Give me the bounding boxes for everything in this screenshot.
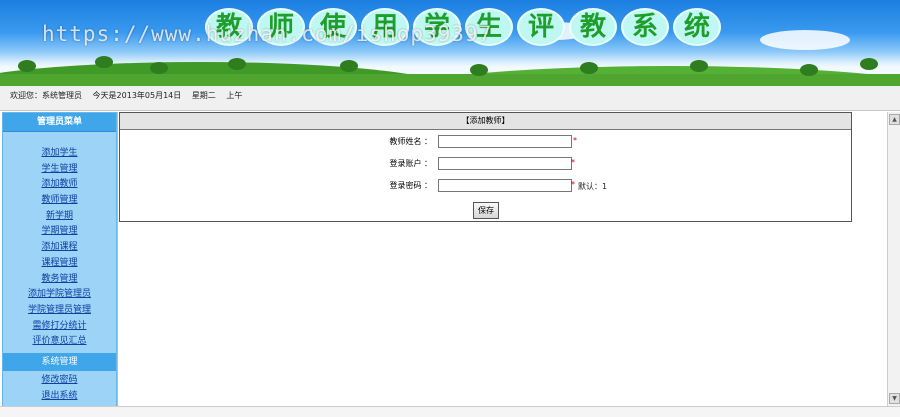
tree-decoration — [228, 58, 246, 70]
required-mark: * — [573, 136, 577, 145]
menu-item-feedback-summary[interactable]: 评价意见汇总 — [3, 334, 116, 350]
welcome-text: 欢迎您：系统管理员 — [10, 91, 82, 100]
menu-item-add-course[interactable]: 添加课程 — [3, 240, 116, 256]
teacher-name-row: 教师姓名 ： * — [120, 135, 851, 149]
menu-item-logout[interactable]: 退出系统 — [3, 389, 116, 405]
menu-item-add-student[interactable]: 添加学生 — [3, 146, 116, 162]
cloud-decoration — [760, 30, 850, 50]
password-label: 登录密码 ： — [389, 181, 432, 190]
save-button[interactable]: 保存 — [473, 202, 499, 219]
password-row: 登录密码 ： * 默认：1 — [120, 179, 851, 193]
tree-decoration — [470, 64, 488, 76]
sidebar-section-system: 系统管理 — [3, 352, 116, 371]
title-char: 评 — [517, 8, 565, 46]
account-label: 登录账户 ： — [389, 159, 432, 168]
password-default-hint: 默认：1 — [578, 182, 608, 191]
tree-decoration — [150, 62, 168, 74]
title-char: 系 — [621, 8, 669, 46]
admin-menu: 添加学生 学生管理 添加教师 教师管理 新学期 学期管理 添加课程 课程管理 教… — [3, 132, 116, 350]
title-char: 统 — [673, 8, 721, 46]
status-bar: 欢迎您：系统管理员 今天是2013年05月14日 星期二 上午 — [0, 86, 900, 111]
ampm-text: 上午 — [226, 91, 243, 100]
menu-item-new-term[interactable]: 新学期 — [3, 209, 116, 225]
grass-decoration — [0, 74, 900, 86]
form-caption: 【添加教师】 — [120, 113, 851, 130]
password-input[interactable] — [438, 179, 572, 192]
sidebar: 管理员菜单 添加学生 学生管理 添加教师 教师管理 新学期 学期管理 添加课程 … — [2, 112, 117, 408]
tree-decoration — [18, 60, 36, 72]
scroll-down-icon[interactable]: ▼ — [889, 393, 900, 404]
menu-item-term-manage[interactable]: 学期管理 — [3, 224, 116, 240]
add-teacher-form: 【添加教师】 教师姓名 ： * 登录账户 ： * 登录密码 ： * 默认：1 保… — [119, 112, 852, 222]
tree-decoration — [690, 60, 708, 72]
header-banner: 教 师 使 用 学 生 评 教 系 统 https://www.huzhan.c… — [0, 0, 900, 86]
date-text: 今天是2013年05月14日 — [92, 91, 182, 100]
menu-item-student-manage[interactable]: 学生管理 — [3, 162, 116, 178]
menu-item-add-college-admin[interactable]: 添加学院管理员 — [3, 287, 116, 303]
watermark: https://www.huzhan.com/ishop39397 — [42, 22, 493, 46]
teacher-name-label: 教师姓名 ： — [389, 137, 432, 146]
menu-item-add-teacher[interactable]: 添加教师 — [3, 177, 116, 193]
tree-decoration — [800, 64, 818, 76]
vertical-scrollbar[interactable]: ▲ ▼ — [887, 112, 900, 406]
menu-item-academic-manage[interactable]: 教务管理 — [3, 272, 116, 288]
account-row: 登录账户 ： * — [120, 157, 851, 171]
account-input[interactable] — [438, 157, 572, 170]
tree-decoration — [95, 56, 113, 68]
menu-item-college-admin-manage[interactable]: 学院管理员管理 — [3, 303, 116, 319]
sidebar-header: 管理员菜单 — [3, 113, 116, 132]
required-mark: * — [571, 180, 575, 189]
menu-item-course-manage[interactable]: 课程管理 — [3, 256, 116, 272]
menu-item-score-stats[interactable]: 需修打分统计 — [3, 319, 116, 335]
tree-decoration — [340, 60, 358, 72]
weekday-text: 星期二 — [191, 91, 216, 100]
main-content: 【添加教师】 教师姓名 ： * 登录账户 ： * 登录密码 ： * 默认：1 保… — [117, 112, 888, 406]
scroll-up-icon[interactable]: ▲ — [889, 114, 900, 125]
tree-decoration — [580, 62, 598, 74]
bottom-border — [0, 406, 900, 417]
menu-item-change-password[interactable]: 修改密码 — [3, 373, 116, 389]
menu-item-teacher-manage[interactable]: 教师管理 — [3, 193, 116, 209]
system-menu: 修改密码 退出系统 — [3, 371, 116, 404]
required-mark: * — [571, 158, 575, 167]
tree-decoration — [860, 58, 878, 70]
teacher-name-input[interactable] — [438, 135, 572, 148]
title-char: 教 — [569, 8, 617, 46]
